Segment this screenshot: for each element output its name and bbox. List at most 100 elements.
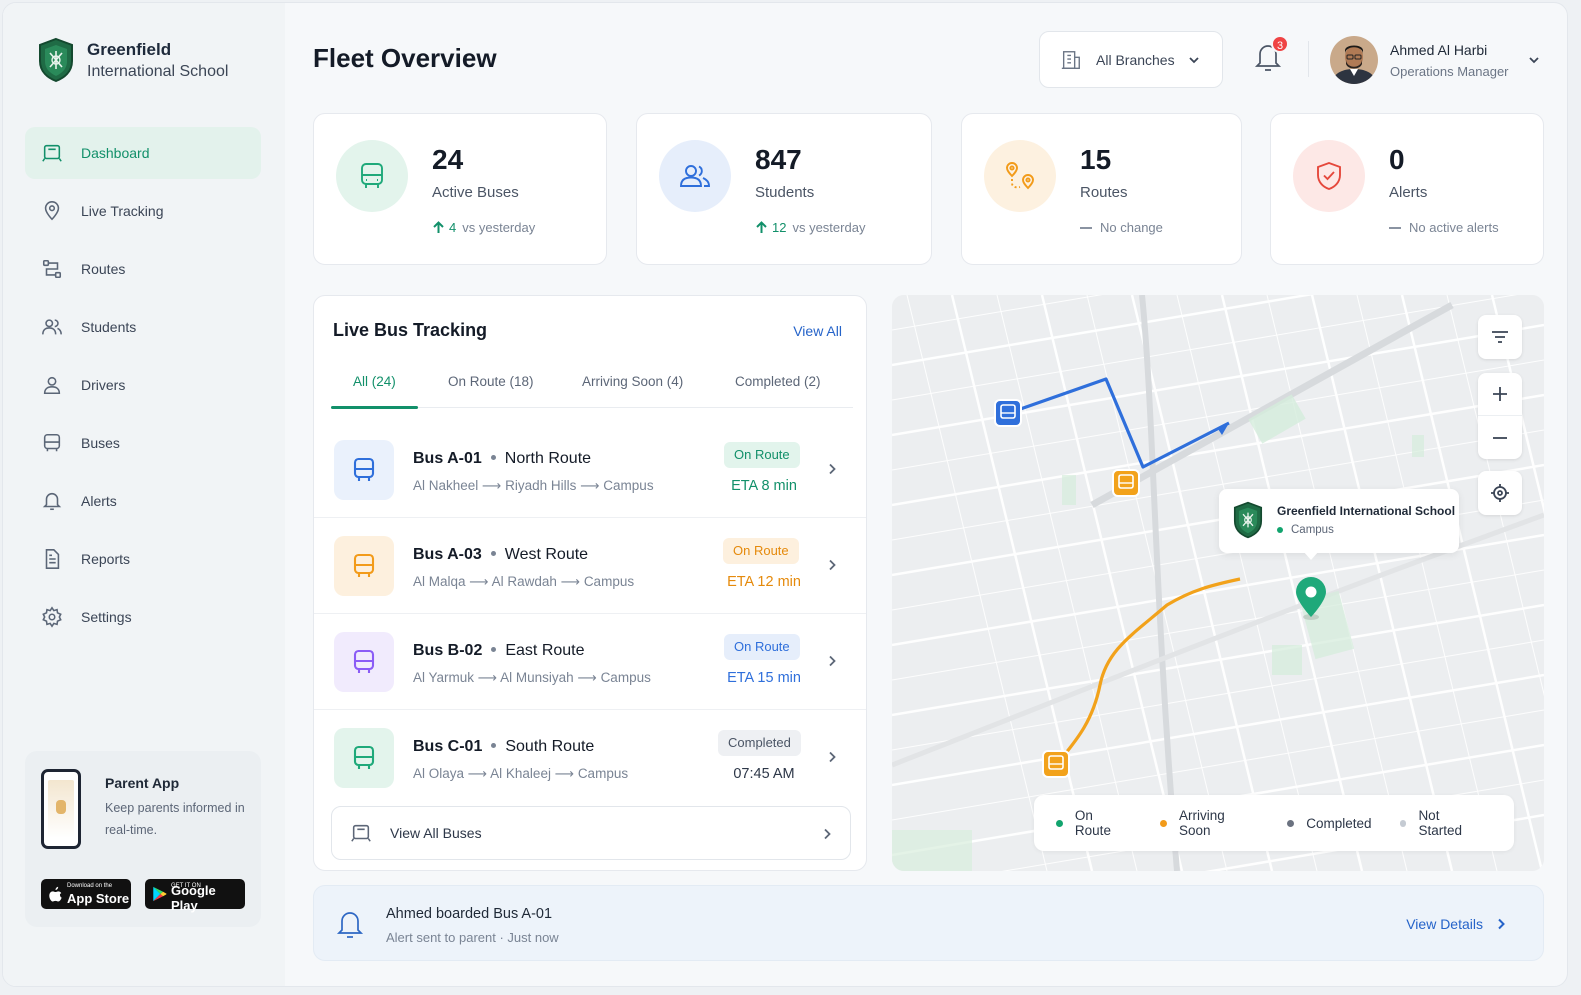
- map-canvas: [892, 295, 1544, 871]
- sidebar-item-label: Buses: [81, 435, 120, 451]
- stat-value: 0: [1389, 144, 1405, 175]
- bus-row[interactable]: Bus A-01 North Route Al Nakheel ⟶ Riyadh …: [314, 422, 866, 518]
- stop-name: Al Malqa: [413, 574, 466, 589]
- stat-value: 847: [755, 144, 802, 175]
- sidebar-item-alerts[interactable]: Alerts: [25, 475, 261, 527]
- tab-on-route[interactable]: On Route (18): [448, 374, 534, 389]
- latest-alert-bar: Ahmed boarded Bus A-01 Alert sent to par…: [313, 885, 1544, 961]
- chevron-right-icon: [829, 655, 836, 667]
- live-map[interactable]: Greenfield International School Campus O…: [892, 295, 1544, 871]
- user-name: Ahmed Al Harbi: [1390, 42, 1488, 58]
- building-icon: [1061, 50, 1080, 69]
- chevron-down-icon[interactable]: [1527, 53, 1541, 67]
- bus-title: Bus B-02 East Route: [413, 642, 585, 660]
- sidebar-item-students[interactable]: Students: [25, 301, 261, 353]
- sidebar-item-settings[interactable]: Settings: [25, 591, 261, 643]
- zoom-out-button[interactable]: [1478, 416, 1522, 459]
- bus-row[interactable]: Bus C-01 South Route Al Olaya ⟶ Al Khalee…: [314, 710, 866, 806]
- tab-arriving-soon[interactable]: Arriving Soon (4): [582, 374, 683, 389]
- school-crest-icon: [39, 37, 73, 83]
- sidebar-item-buses[interactable]: Buses: [25, 417, 261, 469]
- sidebar-item-label: Alerts: [81, 493, 117, 509]
- stat-icon-bg: [984, 140, 1056, 212]
- map-legend: On Route Arriving Soon Completed Not Sta…: [1034, 795, 1514, 851]
- map-locate-button[interactable]: [1478, 471, 1522, 515]
- stat-delta-text: No change: [1100, 220, 1163, 235]
- stop-name: Campus: [600, 670, 651, 685]
- app-window: Greenfield International School Dashboar…: [2, 2, 1568, 987]
- stop-name: Campus: [583, 574, 635, 589]
- stat-card-alerts[interactable]: 0 Alerts No active alerts: [1270, 113, 1544, 265]
- stat-delta: 12 vs yesterday: [755, 220, 865, 235]
- stop-name: Al Rawdah: [491, 574, 557, 589]
- avatar[interactable]: [1330, 36, 1378, 84]
- bus-path: Al Malqa ⟶ Al Rawdah ⟶ Campus: [413, 574, 635, 589]
- bus-icon-bg: [334, 536, 394, 596]
- stat-delta-value: 12: [772, 220, 787, 235]
- sidebar-item-label: Dashboard: [81, 145, 150, 161]
- sidebar-item-routes[interactable]: Routes: [25, 243, 261, 295]
- stat-card-students[interactable]: 847 Students 12 vs yesterday: [636, 113, 932, 265]
- branch-selector[interactable]: All Branches: [1039, 31, 1223, 88]
- sidebar-item-dashboard[interactable]: Dashboard: [25, 127, 261, 179]
- dash-icon: [1080, 226, 1092, 229]
- promo-description: Keep parents informed in real-time.: [105, 801, 245, 837]
- stat-value: 24: [432, 144, 464, 175]
- bus-marker-orange[interactable]: [1042, 750, 1070, 778]
- bus-eta: 07:45 AM: [733, 766, 795, 782]
- map-filter-button[interactable]: [1478, 315, 1522, 359]
- brand-name: Greenfield: [87, 39, 172, 59]
- stat-delta-text: No active alerts: [1409, 220, 1499, 235]
- bus-path: Al Yarmuk ⟶ Al Munsiyah ⟶ Campus: [413, 670, 651, 685]
- live-bus-tracking-panel: Live Bus Tracking View All All (24) On R…: [313, 295, 867, 871]
- bell-icon: [336, 912, 364, 938]
- notifications-button[interactable]: 3: [1253, 35, 1289, 75]
- stop-name: Campus: [603, 478, 654, 493]
- school-callout[interactable]: Greenfield International School Campus: [1219, 489, 1459, 560]
- branch-selector-label: All Branches: [1096, 51, 1175, 68]
- chevron-right-icon: [829, 559, 836, 571]
- view-details-link[interactable]: View Details: [1406, 916, 1507, 932]
- tab-completed[interactable]: Completed (2): [735, 374, 821, 389]
- alert-subtitle: Alert sent to parent · Just now: [386, 930, 559, 945]
- bus-marker-blue[interactable]: [994, 399, 1022, 427]
- dashboard-icon: [42, 144, 62, 162]
- view-all-buses-button[interactable]: View All Buses: [331, 806, 851, 860]
- sidebar-item-reports[interactable]: Reports: [25, 533, 261, 585]
- bus-eta: ETA 15 min: [727, 670, 801, 686]
- bus-icon: [353, 553, 375, 577]
- sidebar-item-drivers[interactable]: Drivers: [25, 359, 261, 411]
- stat-delta: 4 vs yesterday: [432, 220, 535, 235]
- sidebar-item-live-tracking[interactable]: Live Tracking: [25, 185, 261, 237]
- sidebar-item-label: Students: [81, 319, 137, 335]
- bus-row[interactable]: Bus A-03 West Route Al Malqa ⟶ Al Rawdah …: [314, 518, 866, 614]
- arrow-up-icon: [756, 221, 767, 233]
- bus-icon: [353, 649, 375, 673]
- bus-icon: [353, 457, 375, 481]
- status-badge: On Route: [724, 634, 800, 660]
- brand-logo[interactable]: Greenfield International School: [37, 37, 228, 83]
- stat-delta-text: vs yesterday: [792, 220, 866, 235]
- bus-route-name: East Route: [505, 642, 585, 659]
- bus-row[interactable]: Bus B-02 East Route Al Yarmuk ⟶ Al Munsiy…: [314, 614, 866, 710]
- chevron-right-icon: [829, 751, 836, 763]
- stat-value: 15: [1080, 144, 1112, 175]
- sidebar-item-label: Drivers: [81, 377, 126, 393]
- stat-icon-bg: [336, 140, 408, 212]
- stat-card-active-buses[interactable]: 24 Active Buses 4 vs yesterday: [313, 113, 607, 265]
- zoom-in-button[interactable]: [1478, 373, 1522, 416]
- view-all-link[interactable]: View All: [793, 323, 842, 339]
- tracking-tabs: All (24) On Route (18) Arriving Soon (4)…: [331, 360, 853, 409]
- minus-icon: [1493, 436, 1507, 439]
- google-play-button[interactable]: GET IT ON Google Play: [145, 879, 245, 913]
- gear-icon: [42, 606, 62, 628]
- legend-label: Not Started: [1418, 808, 1462, 838]
- legend-item: Completed: [1287, 816, 1372, 831]
- stat-icon-bg: [659, 140, 731, 212]
- bus-marker-orange[interactable]: [1112, 469, 1140, 497]
- notification-badge: 3: [1271, 35, 1289, 53]
- stat-card-routes[interactable]: 15 Routes No change: [961, 113, 1242, 265]
- tab-all[interactable]: All (24): [353, 374, 396, 389]
- bus-icon: [351, 824, 371, 842]
- app-store-button[interactable]: Download on the App Store: [41, 879, 131, 909]
